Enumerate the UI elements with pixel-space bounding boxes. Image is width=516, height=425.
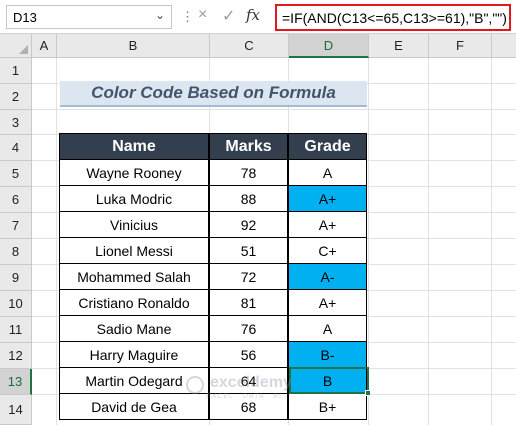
select-all-button[interactable] [0,34,32,58]
marks-cell[interactable]: 72 [209,263,288,290]
name-cell[interactable]: David de Gea [59,393,209,420]
more-options-icon[interactable]: ⋮ [181,9,195,25]
name-cell[interactable]: Harry Maguire [59,341,209,368]
grade-cell[interactable]: A+ [288,289,367,316]
name-cell[interactable]: Lionel Messi [59,237,209,264]
column-header-b[interactable]: B [57,34,210,58]
table-header-grade[interactable]: Grade [288,133,367,160]
column-header-c[interactable]: C [210,34,289,58]
grade-cell[interactable]: A+ [288,211,367,238]
marks-cell[interactable]: 81 [209,289,288,316]
insert-function-icon[interactable]: fx [246,6,260,24]
marks-cell[interactable]: 56 [209,341,288,368]
select-all-icon [19,45,28,54]
gridline [428,58,429,425]
column-header-g[interactable] [492,34,516,58]
name-cell[interactable]: Vinicius [59,211,209,238]
row-header-6[interactable]: 6 [0,187,32,213]
name-cell[interactable]: Luka Modric [59,185,209,212]
enter-icon[interactable]: ✓ [222,6,235,26]
name-box-value: D13 [13,9,37,25]
row-header-1[interactable]: 1 [0,58,32,84]
sheet-title[interactable]: Color Code Based on Formula [60,81,367,107]
name-cell[interactable]: Wayne Rooney [59,159,209,186]
row-header-9[interactable]: 9 [0,265,32,291]
grade-cell-highlighted[interactable]: A- [288,263,367,290]
grade-cell-highlighted[interactable]: A+ [288,185,367,212]
column-header-e[interactable]: E [369,34,429,58]
row-header-5[interactable]: 5 [0,161,32,187]
marks-cell[interactable]: 76 [209,315,288,342]
formula-input[interactable]: =IF(AND(C13<=65,C13>=61),"B","") [275,4,511,31]
marks-cell[interactable]: 88 [209,185,288,212]
row-header-12[interactable]: 12 [0,343,32,369]
column-header-f[interactable]: F [429,34,492,58]
row-header-4[interactable]: 4 [0,135,32,161]
grade-cell[interactable]: B+ [288,393,367,420]
grade-cell[interactable]: A [288,315,367,342]
formula-bar: D13 ⌄ ⋮ × ✓ fx =IF(AND(C13<=65,C13>=61),… [0,0,516,34]
row-header-8[interactable]: 8 [0,239,32,265]
marks-cell[interactable]: 51 [209,237,288,264]
row-header-10[interactable]: 10 [0,291,32,317]
grade-cell-highlighted[interactable]: B- [288,341,367,368]
name-cell[interactable]: Cristiano Ronaldo [59,289,209,316]
name-cell[interactable]: Sadio Mane [59,315,209,342]
column-header-d[interactable]: D [289,34,369,58]
grade-cell[interactable]: A [288,159,367,186]
row-header-2[interactable]: 2 [0,84,32,110]
row-header-7[interactable]: 7 [0,213,32,239]
active-cell-selection[interactable] [289,367,369,394]
name-box[interactable]: D13 ⌄ [6,5,172,29]
row-header-11[interactable]: 11 [0,317,32,343]
watermark-tagline: EXCEL · DATA · BI [206,393,282,400]
watermark-logo-icon [186,376,204,394]
row-header-3[interactable]: 3 [0,110,32,135]
chevron-down-icon[interactable]: ⌄ [155,8,165,22]
row-header-13[interactable]: 13 [0,369,32,395]
gridline [491,58,492,425]
grade-cell[interactable]: C+ [288,237,367,264]
watermark-name: exceldemy [210,374,292,391]
table-header-marks[interactable]: Marks [209,133,288,160]
row-header-14[interactable]: 14 [0,395,32,425]
cancel-icon[interactable]: × [198,6,207,24]
marks-cell[interactable]: 92 [209,211,288,238]
table-header-name[interactable]: Name [59,133,209,160]
gridline [32,109,516,110]
marks-cell[interactable]: 78 [209,159,288,186]
gridline [56,58,57,425]
name-cell[interactable]: Mohammed Salah [59,263,209,290]
fill-handle[interactable] [365,390,371,396]
column-header-a[interactable]: A [32,34,57,58]
